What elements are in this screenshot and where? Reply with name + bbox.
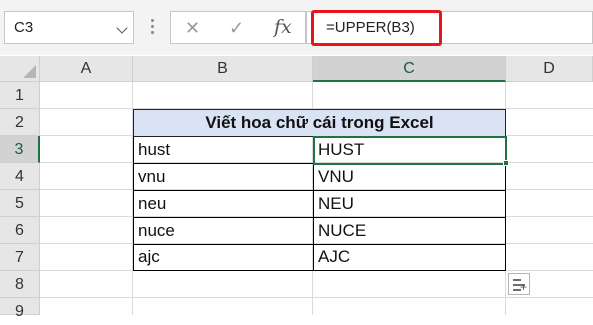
name-box[interactable]: C3 — [4, 11, 134, 44]
table-title-cell[interactable]: Viết hoa chữ cái trong Excel — [133, 109, 506, 137]
active-cell-selection — [313, 136, 507, 165]
row-header-1[interactable]: 1 — [0, 82, 40, 109]
row-header-9[interactable]: 9 — [0, 298, 40, 320]
row-header-4[interactable]: 4 — [0, 163, 40, 190]
gridline — [40, 297, 593, 298]
select-all-icon — [23, 65, 36, 78]
row-header-2[interactable]: 2 — [0, 109, 40, 136]
cell-c5[interactable]: NEU — [314, 191, 504, 218]
cell-c6[interactable]: NUCE — [314, 218, 504, 245]
cancel-icon[interactable]: ✕ — [185, 18, 200, 39]
cell-c4[interactable]: VNU — [314, 164, 504, 191]
quick-analysis-button[interactable]: + — [508, 273, 530, 295]
row-header-8[interactable]: 8 — [0, 271, 40, 298]
cell-b7[interactable]: ajc — [134, 244, 312, 271]
column-header-a[interactable]: A — [40, 56, 133, 82]
plus-icon: + — [519, 280, 527, 294]
cell-b5[interactable]: neu — [134, 191, 312, 218]
insert-function-icon[interactable]: fx — [274, 16, 292, 38]
fill-handle[interactable] — [503, 160, 509, 166]
formula-text: =UPPER(B3) — [326, 19, 415, 36]
column-header-b[interactable]: B — [133, 56, 313, 82]
row-header-6[interactable]: 6 — [0, 217, 40, 244]
formula-bar-buttons: ✕ ✓ fx — [170, 11, 306, 44]
name-box-value: C3 — [14, 19, 34, 36]
select-all-corner[interactable] — [0, 56, 40, 82]
row-header-3[interactable]: 3 — [0, 136, 40, 163]
formula-highlight-box: =UPPER(B3) — [311, 10, 442, 46]
column-header-c[interactable]: C — [313, 56, 506, 82]
formula-bar-resize-handle[interactable] — [150, 19, 156, 37]
row-header-7[interactable]: 7 — [0, 244, 40, 271]
cell-b4[interactable]: vnu — [134, 164, 312, 191]
cell-b6[interactable]: nuce — [134, 218, 312, 245]
cell-c7[interactable]: AJC — [314, 244, 504, 271]
chevron-down-icon[interactable] — [116, 22, 128, 34]
cell-b3[interactable]: hust — [134, 137, 312, 164]
column-header-d[interactable]: D — [506, 56, 593, 82]
enter-check-icon[interactable]: ✓ — [229, 18, 244, 39]
row-header-5[interactable]: 5 — [0, 190, 40, 217]
